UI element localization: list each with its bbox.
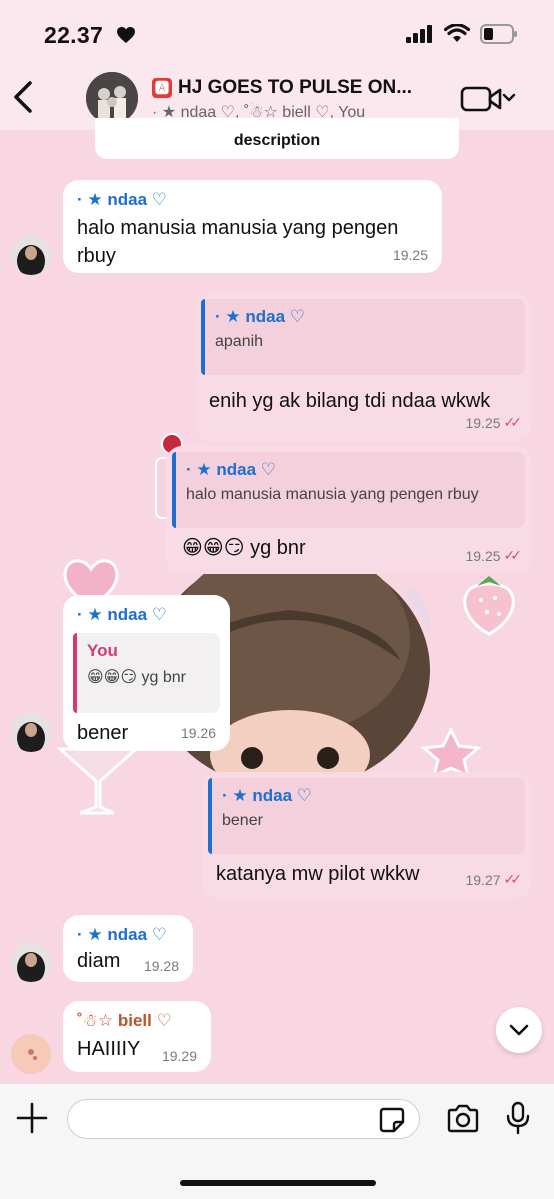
message-bubble-incoming[interactable]: · ★ ndaa ♡ halo manusia manusia yang pen… (63, 180, 442, 273)
message-time: 19.28 (143, 958, 179, 974)
message-sender: · ★ ndaa ♡ (77, 190, 167, 209)
sender-avatar[interactable] (11, 712, 51, 752)
message-bubble-outgoing[interactable]: · ★ ndaa ♡ bener katanya mw pilot wkkw 1… (202, 772, 531, 898)
quote-sender: You (87, 641, 118, 660)
group-title[interactable]: 🅰 HJ GOES TO PULSE ON... (152, 77, 442, 99)
sticker-icon[interactable] (379, 1107, 405, 1133)
sender-avatar[interactable] (11, 1034, 51, 1074)
sender-avatar[interactable] (11, 235, 51, 275)
quote-text: bener (222, 812, 263, 829)
message-bubble-outgoing[interactable]: · ★ ndaa ♡ apanih enih yg ak bilang tdi … (195, 293, 531, 441)
microphone-icon[interactable] (506, 1101, 530, 1135)
heart-icon (117, 27, 135, 43)
strawberry-sticker (463, 576, 515, 636)
quote-text: 😁😁😏 yg bnr (87, 669, 186, 686)
read-receipt-icon: ✓✓ (503, 871, 523, 887)
message-time: 19.29 (161, 1048, 197, 1064)
glass-sticker (56, 747, 140, 815)
status-bar: 22.37 (0, 0, 554, 70)
sender-avatar[interactable] (11, 942, 51, 982)
read-receipt-icon: ✓✓ (503, 547, 523, 563)
back-chevron-icon[interactable] (10, 80, 36, 114)
group-avatar[interactable] (86, 72, 138, 124)
message-time: 19.25 (392, 247, 428, 263)
message-time: 19.27 (465, 871, 501, 888)
message-sender: ˚☃︎☆ biell ♡ (77, 1011, 172, 1030)
message-text: halo manusia manusia yang pengen rbuy (77, 217, 399, 267)
read-receipt-icon: ✓✓ (503, 414, 523, 430)
plus-icon[interactable] (16, 1102, 48, 1134)
quoted-reply[interactable]: · ★ ndaa ♡ apanih (201, 299, 525, 375)
chevron-down-icon (502, 93, 516, 102)
quoted-reply[interactable]: · ★ ndaa ♡ halo manusia manusia yang pen… (172, 452, 525, 528)
clock: 22.37 (44, 22, 104, 48)
quote-text: halo manusia manusia yang pengen rbuy (186, 486, 479, 503)
message-bubble-incoming[interactable]: · ★ ndaa ♡ You 😁😁😏 yg bnr bener 19.26 (63, 595, 230, 751)
message-bubble-incoming[interactable]: · ★ ndaa ♡ diam 19.28 (63, 915, 193, 982)
message-composer (0, 1084, 554, 1199)
home-indicator (180, 1180, 376, 1186)
quote-text: apanih (215, 333, 264, 350)
quote-sender: · ★ ndaa ♡ (215, 307, 305, 326)
message-bubble-outgoing[interactable]: · ★ ndaa ♡ halo manusia manusia yang pen… (166, 446, 531, 574)
camera-icon[interactable] (446, 1104, 480, 1134)
cellular-signal-icon (406, 25, 432, 43)
wifi-icon (444, 24, 470, 42)
group-badge: 🅰 (152, 78, 172, 98)
status-icons (406, 24, 518, 44)
message-bubble-incoming[interactable]: ˚☃︎☆ biell ♡ HAIIIIY 19.29 (63, 1001, 211, 1072)
message-time: 19.25 (465, 547, 501, 564)
message-time: 19.25 (465, 414, 501, 431)
scroll-to-bottom-button[interactable] (496, 1007, 542, 1053)
quote-sender: · ★ ndaa ♡ (186, 460, 276, 479)
quote-sender: · ★ ndaa ♡ (222, 786, 312, 805)
message-sender: · ★ ndaa ♡ (77, 925, 167, 944)
message-text: enih yg ak bilang tdi ndaa wkwk (209, 390, 491, 412)
chevron-down-icon (509, 1024, 529, 1036)
video-call-icon[interactable] (460, 84, 520, 114)
group-name: HJ GOES TO PULSE ON... (178, 77, 413, 98)
description-label: description (233, 132, 321, 149)
message-time: 19.26 (180, 725, 216, 741)
quoted-reply[interactable]: · ★ ndaa ♡ bener (208, 778, 525, 854)
battery-icon (480, 24, 517, 44)
group-description-card[interactable]: description (95, 118, 459, 159)
message-sender: · ★ ndaa ♡ (77, 605, 167, 624)
quoted-reply[interactable]: You 😁😁😏 yg bnr (73, 633, 220, 713)
message-input[interactable] (67, 1099, 420, 1139)
